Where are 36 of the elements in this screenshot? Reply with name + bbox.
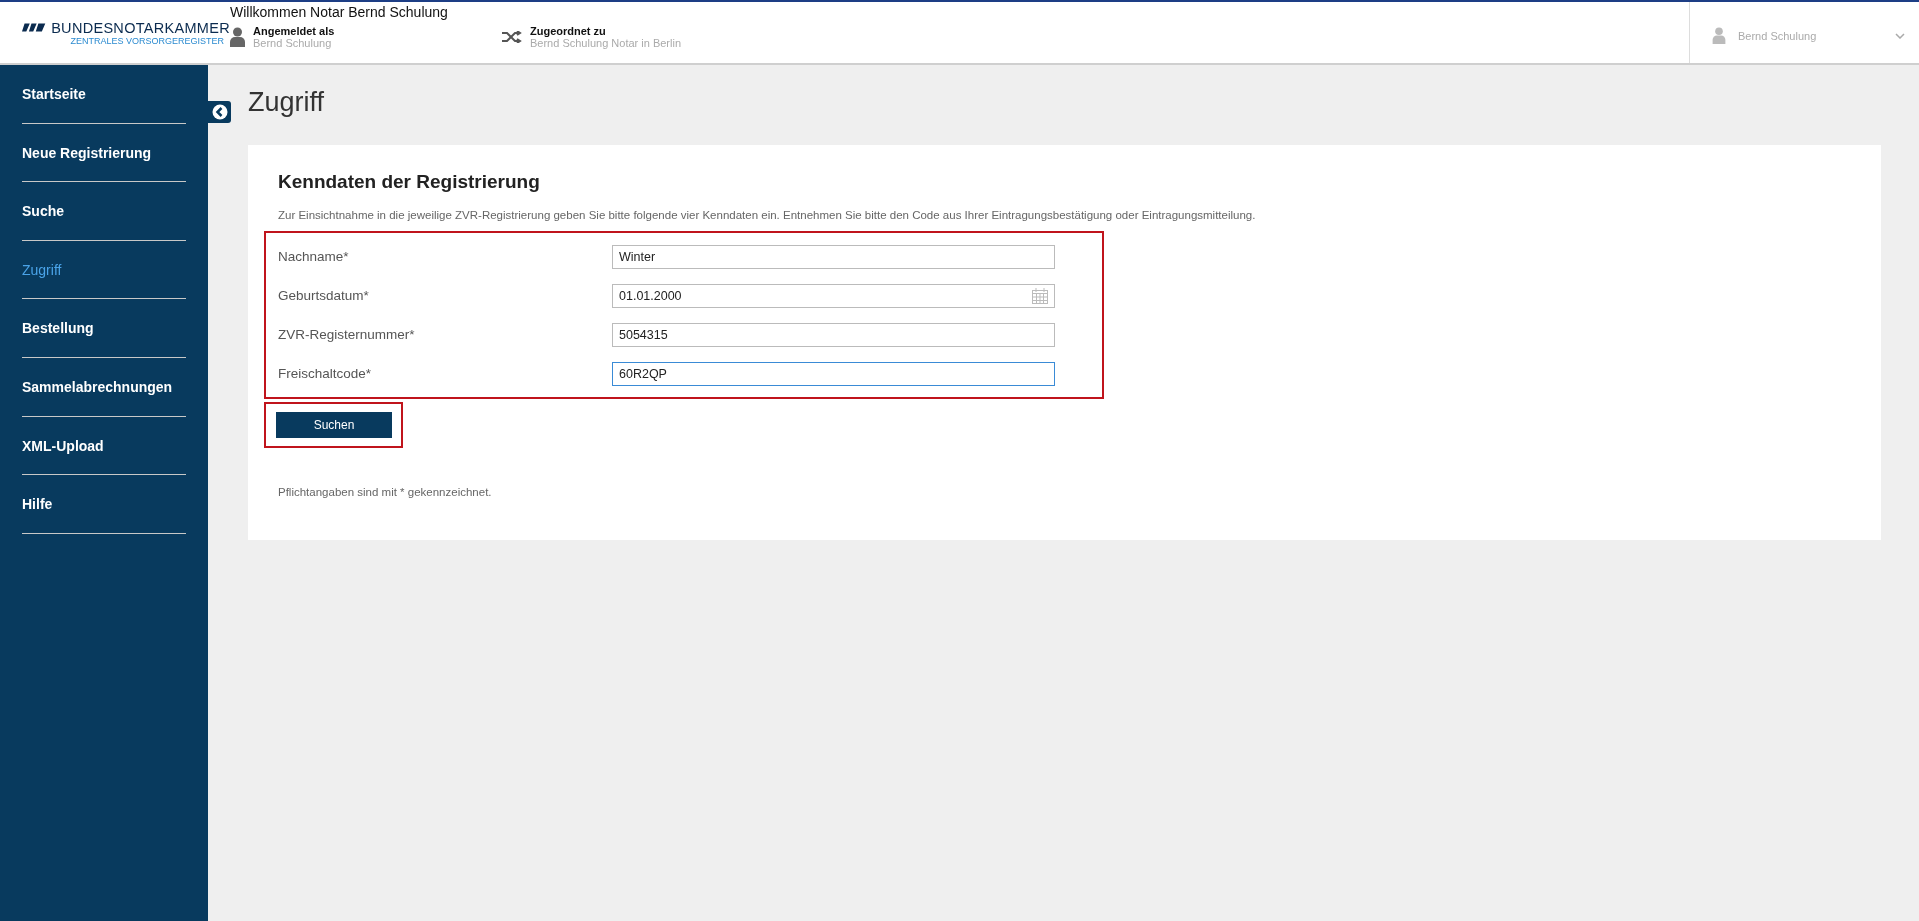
assigned-label: Zugeordnet zu — [530, 25, 607, 37]
field-label: Geburtsdatum* — [278, 288, 370, 303]
input-field[interactable]: 60R2QP — [612, 361, 1055, 386]
card-heading: Kenndaten der Registrierung — [278, 171, 541, 193]
field-label: ZVR-Registernummer* — [278, 327, 416, 342]
logged-in-label: Angemeldet als — [253, 25, 335, 37]
logo-name: BUNDESNOTARKAMMER — [51, 19, 230, 36]
sidebar-item[interactable]: Sammelabrechnungen — [22, 378, 173, 395]
chevron-left-icon — [211, 104, 228, 120]
sidebar-item[interactable]: Neue Registrierung — [22, 144, 152, 161]
description-text: Zur Einsichtnahme in die jeweilige ZVR-Registrierung geben Sie bitte folgende vier Kenndaten ein. Entnehmen Sie bitte den Code aus Ihrer Eintragungsbestätigung oder Eintragungsmitteilung. — [278, 209, 1257, 221]
welcome-text: Willkommen Notar Bernd Schulung — [230, 4, 449, 20]
page-title: Zugriff — [248, 87, 326, 118]
input-field[interactable]: Winter — [612, 244, 1055, 269]
logo-stripes-icon — [22, 23, 47, 32]
person-icon — [1712, 27, 1726, 44]
assigned-value: Bernd Schulung Notar in Berlin — [530, 37, 682, 49]
logo-subtitle: ZENTRALES VORSORGEREGISTER — [69, 35, 225, 46]
search-button[interactable]: Suchen — [276, 412, 392, 438]
sidebar-item[interactable]: Bestellung — [22, 320, 94, 337]
person-icon — [230, 27, 245, 47]
shuffle-icon — [502, 31, 522, 43]
calendar-icon[interactable] — [1032, 287, 1048, 304]
sidebar-item[interactable]: XML-Upload — [22, 437, 104, 454]
required-note: Pflichtangaben sind mit * gekennzeichnet. — [278, 486, 493, 498]
logged-in-value: Bernd Schulung — [253, 37, 333, 49]
field-label: Freischaltcode* — [278, 366, 373, 381]
sidebar-item[interactable]: Suche — [22, 203, 64, 220]
sidebar-item[interactable]: Zugriff — [22, 261, 62, 278]
input-field[interactable]: 5054315 — [612, 322, 1055, 347]
collapse-sidebar-button[interactable] — [208, 101, 231, 123]
chevron-down-icon[interactable] — [1895, 32, 1905, 39]
input-field[interactable]: 01.01.2000 — [612, 283, 1055, 308]
sidebar-item[interactable]: Startseite — [22, 86, 86, 102]
field-label: Nachname* — [278, 249, 350, 264]
sidebar-item[interactable]: Hilfe — [22, 496, 53, 513]
